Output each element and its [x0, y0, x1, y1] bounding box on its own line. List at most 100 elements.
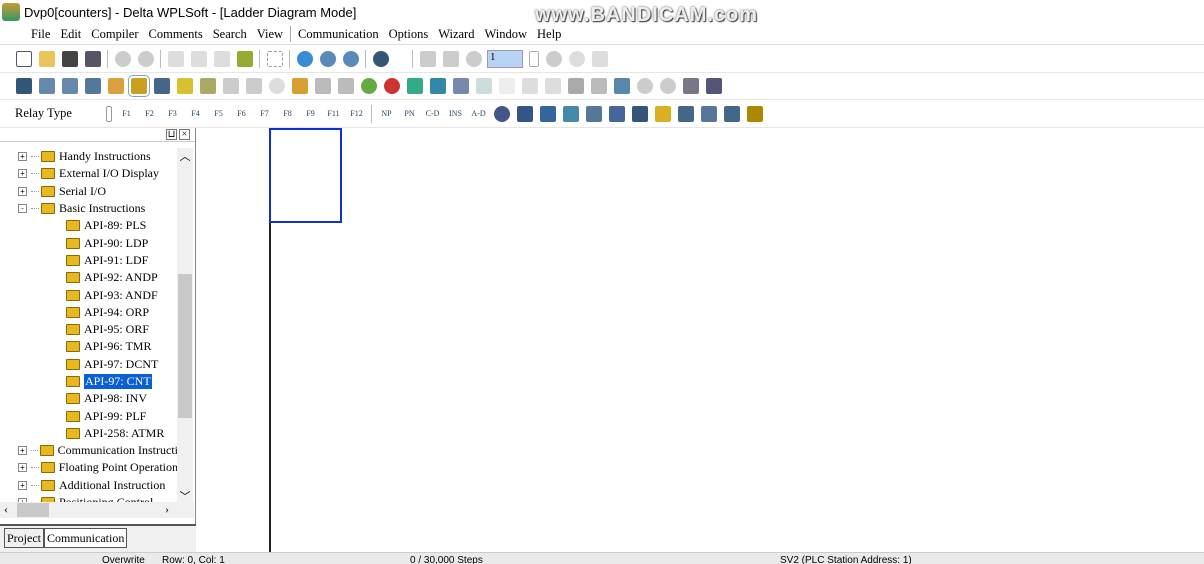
cd-button[interactable]: C-D [423, 109, 443, 118]
tree-item[interactable]: API-89: PLS [0, 217, 178, 234]
io-block-icon[interactable] [677, 105, 694, 122]
filter-icon[interactable] [419, 51, 436, 67]
module-icon[interactable] [700, 105, 717, 122]
close-icon[interactable]: × [179, 129, 190, 140]
pin-icon[interactable]: ⊔ [166, 129, 177, 140]
window-icon[interactable] [590, 78, 607, 94]
write-plc-icon[interactable] [406, 78, 423, 94]
search2-icon[interactable] [659, 78, 676, 94]
ins-button[interactable]: INS [446, 109, 466, 118]
tree-item[interactable]: + Floating Point Operation [0, 459, 178, 476]
download-icon[interactable] [245, 78, 262, 94]
tree-item[interactable]: + Communication Instructi [0, 442, 178, 459]
tree-item[interactable]: API-97: DCNT [0, 356, 178, 373]
scroll-left-icon[interactable]: ‹ [4, 502, 8, 517]
refresh-icon[interactable] [568, 51, 585, 67]
coil-f5-button[interactable]: F5 [209, 109, 229, 118]
monitor-icon[interactable] [442, 51, 459, 67]
wave-icon[interactable] [562, 105, 579, 122]
menu-compiler[interactable]: Compiler [86, 27, 143, 42]
new-file-icon[interactable] [15, 51, 32, 67]
bars-icon[interactable] [746, 105, 763, 122]
run-icon[interactable] [360, 78, 377, 94]
memory-icon[interactable] [176, 78, 193, 94]
menu-edit[interactable]: Edit [55, 27, 86, 42]
tree-item[interactable]: API-91: LDF [0, 252, 178, 269]
menu-file[interactable]: File [26, 27, 55, 42]
grid-icon[interactable] [314, 78, 331, 94]
tree-item[interactable]: API-98: INV [0, 390, 178, 407]
table-icon[interactable] [153, 78, 170, 94]
zoom-in-icon[interactable] [319, 51, 336, 67]
tree-item[interactable]: API-90: LDP [0, 234, 178, 251]
code-icon[interactable] [475, 78, 492, 94]
undo-icon[interactable] [114, 51, 131, 67]
contact-f3-button[interactable]: F3 [163, 109, 183, 118]
pen-icon[interactable] [199, 78, 216, 94]
coil-f7-button[interactable]: F7 [255, 109, 275, 118]
position-icon[interactable] [608, 105, 625, 122]
expand-toggle-icon[interactable]: + [18, 186, 27, 196]
tree-item[interactable]: API-96: TMR [0, 338, 178, 355]
list-icon[interactable] [291, 78, 308, 94]
contact-f4-button[interactable]: F4 [186, 109, 206, 118]
binary-icon[interactable] [521, 78, 538, 94]
expand-toggle-icon[interactable]: - [18, 204, 27, 214]
expand-toggle-icon[interactable]: + [18, 446, 27, 456]
table2-icon[interactable] [631, 105, 648, 122]
image-icon[interactable] [613, 78, 630, 94]
paste-icon[interactable] [213, 51, 230, 67]
spin-button[interactable] [528, 51, 539, 67]
sort-icon[interactable] [567, 78, 584, 94]
step-input[interactable]: 1 [487, 50, 523, 68]
tree-item[interactable]: + Handy Instructions [0, 148, 178, 165]
menu-view[interactable]: View [252, 27, 288, 42]
tab-communication[interactable]: Communication [44, 528, 128, 548]
func-f6-button[interactable]: F6 [232, 109, 252, 118]
timer-icon[interactable] [465, 51, 482, 67]
vline-f9-button[interactable]: F9 [301, 109, 321, 118]
horizontal-scrollbar[interactable]: ‹ › [0, 502, 194, 518]
vertical-scrollbar[interactable]: ︿ ﹀ [177, 148, 193, 504]
expand-toggle-icon[interactable]: + [18, 480, 27, 490]
settings-icon[interactable] [705, 78, 722, 94]
tree-item[interactable]: API-94: ORP [0, 304, 178, 321]
ladder-canvas[interactable] [197, 128, 1204, 552]
bus-icon[interactable] [723, 105, 740, 122]
stop-icon[interactable] [545, 51, 562, 67]
tree-item[interactable]: + External I/O Display [0, 165, 178, 182]
np-button[interactable]: NP [377, 109, 397, 118]
help-icon[interactable] [372, 51, 389, 67]
zoom-icon[interactable] [296, 51, 313, 67]
network-icon[interactable] [539, 105, 556, 122]
expand-toggle-icon[interactable]: + [18, 463, 27, 473]
hline-f8-button[interactable]: F8 [278, 109, 298, 118]
expand-toggle-icon[interactable]: + [18, 152, 27, 162]
tree-item[interactable]: API-95: ORF [0, 321, 178, 338]
tree-item[interactable]: API-258: ATMR [0, 425, 178, 442]
save-icon[interactable] [61, 51, 78, 67]
redo-icon[interactable] [137, 51, 154, 67]
goto-icon[interactable] [266, 51, 283, 67]
edit-cursor[interactable] [269, 128, 342, 223]
relay-dropdown[interactable] [105, 105, 112, 122]
bulb-icon[interactable] [268, 78, 285, 94]
device-icon[interactable] [84, 78, 101, 94]
mail-icon[interactable] [654, 105, 671, 122]
eraser-icon[interactable] [236, 51, 253, 67]
contact-f1-button[interactable]: F1 [117, 109, 137, 118]
sfc-icon[interactable] [61, 78, 78, 94]
menu-comments[interactable]: Comments [144, 27, 208, 42]
tree-item[interactable]: - Basic Instructions [0, 200, 178, 217]
f12-button[interactable]: F12 [347, 109, 367, 118]
pn-button[interactable]: PN [400, 109, 420, 118]
code2-icon[interactable] [498, 78, 515, 94]
menu-communication[interactable]: Communication [293, 27, 384, 42]
open-file-icon[interactable] [38, 51, 55, 67]
expand-toggle-icon[interactable]: + [18, 169, 27, 179]
panel-icon[interactable] [337, 78, 354, 94]
arrow-icon[interactable] [591, 51, 608, 67]
tree-item[interactable]: API-93: ANDF [0, 286, 178, 303]
contact-f2-button[interactable]: F2 [140, 109, 160, 118]
save-as-icon[interactable] [84, 51, 101, 67]
